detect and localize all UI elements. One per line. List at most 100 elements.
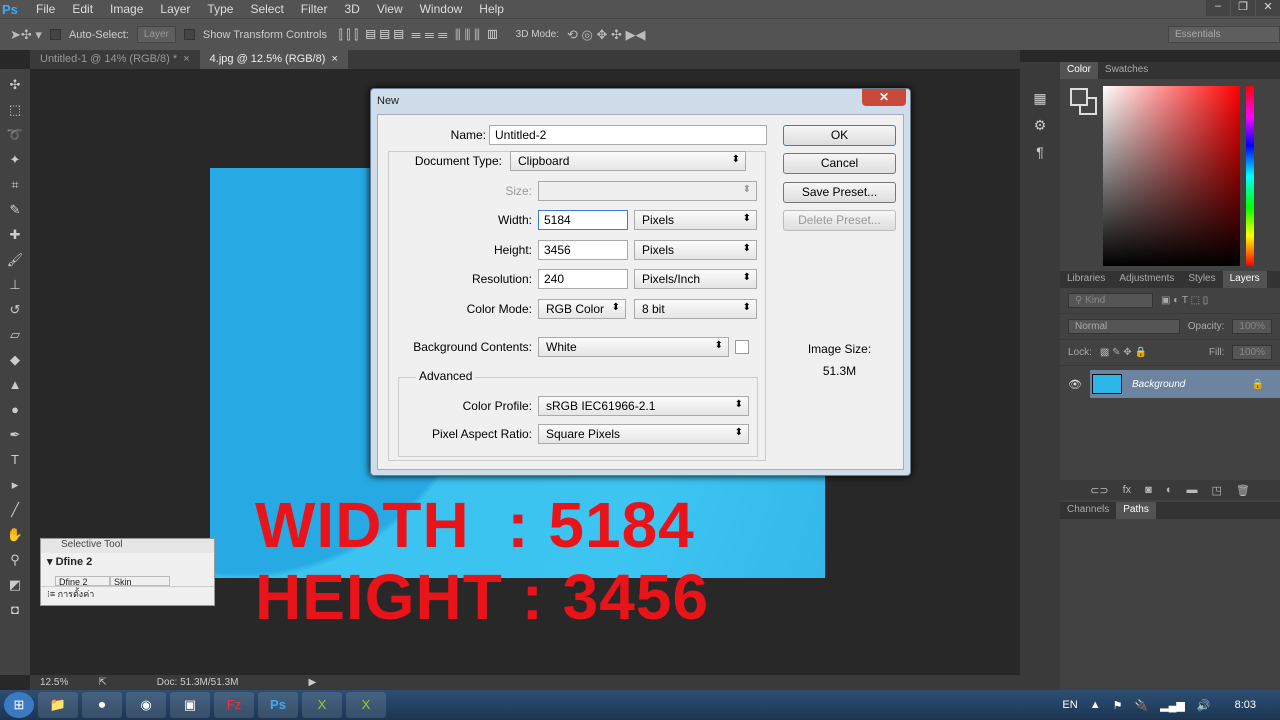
hand-tool-icon[interactable]: ✋ [7,527,23,546]
background-color-swatch[interactable] [735,340,749,354]
character-icon[interactable]: ¶ [1036,144,1044,160]
filter-icons[interactable]: ▣ ◐ T ⬚ ▯ [1161,295,1208,306]
bit-depth-select[interactable]: 8 bit [634,299,757,319]
magic-wand-icon[interactable]: ✦ [10,152,21,171]
layer-row-background[interactable]: 👁 Background 🔒 [1060,370,1280,398]
move-tool-icon[interactable]: ➤✣ ▾ [10,27,42,43]
color-field[interactable] [1103,86,1240,266]
zoom-level[interactable]: 12.5% [40,677,68,688]
path-select-icon[interactable]: ▸ [12,477,19,496]
menu-filter[interactable]: Filter [301,2,338,16]
network-signal-icon[interactable]: ▂▄▆ [1160,699,1185,712]
action-center-flag-icon[interactable]: ⚑ [1113,699,1123,712]
dodge-tool-icon[interactable]: ● [11,402,19,421]
brush-tool-icon[interactable]: 🖌 [7,252,24,271]
excel-icon[interactable]: X [302,692,342,718]
marquee-tool-icon[interactable]: ⬚ [9,102,21,121]
tab-color[interactable]: Color [1060,62,1098,79]
link-icon[interactable]: ⊂⊃ [1090,484,1108,497]
selective-tool-title[interactable]: Selective Tool [41,539,214,553]
new-layer-icon[interactable]: ◳ [1211,484,1221,497]
language-indicator[interactable]: EN [1062,699,1077,711]
tab-4-jpg[interactable]: 4.jpg @ 12.5% (RGB/8) × [199,50,348,69]
start-button[interactable]: ⊞ [4,692,34,718]
skin-button[interactable]: Skin [110,576,170,586]
save-preset-button[interactable]: Save Preset... [783,182,896,203]
ok-button[interactable]: OK [783,125,896,146]
photoshop-taskbar-icon[interactable]: Ps [258,692,298,718]
move-tool-icon[interactable]: ✣ [10,77,21,96]
name-input[interactable]: Untitled-2 [489,125,767,145]
type-tool-icon[interactable]: T [11,452,19,471]
volume-icon[interactable]: 🔊 [1197,699,1211,712]
menu-help[interactable]: Help [479,2,514,16]
menu-window[interactable]: Window [420,2,473,16]
stamp-tool-icon[interactable]: ⊥ [9,277,20,296]
eyedropper-icon[interactable]: ✎ [10,202,21,221]
auto-select-checkbox[interactable] [49,29,61,40]
resolution-unit-select[interactable]: Pixels/Inch [634,269,757,289]
chrome-icon[interactable]: ◉ [126,692,166,718]
paint-bucket-icon[interactable]: ◆ [10,352,20,371]
width-input[interactable]: 5184 [538,210,628,230]
mask-icon[interactable]: ◙ [1145,484,1152,496]
restore-icon[interactable]: ❐ [1231,0,1255,16]
tab-swatches[interactable]: Swatches [1098,62,1155,79]
tab-paths[interactable]: Paths [1116,502,1156,519]
hue-slider[interactable] [1246,86,1254,266]
dialog-close-button[interactable]: ✕ [862,89,906,106]
trash-icon[interactable]: 🗑 [1236,484,1250,497]
zoom-tool-icon[interactable]: ⚲ [10,552,20,571]
pen-tool-icon[interactable]: ✒ [10,427,21,446]
blur-tool-icon[interactable]: ▲ [9,377,22,396]
status-menu-arrow-icon[interactable]: ▶ [308,677,316,688]
minimize-icon[interactable]: – [1206,0,1230,16]
menu-edit[interactable]: Edit [72,2,103,16]
cancel-button[interactable]: Cancel [783,153,896,174]
align-icons[interactable]: ⫿ ⫿ ⫿ ▤ ▤ ▤ ☰ ☰ ☰ ⫼ ⫼ ⫼ ▥ [335,27,498,43]
selective-section[interactable]: ▾ Dfine 2 [41,553,214,570]
tab-styles[interactable]: Styles [1181,271,1222,288]
eraser-icon[interactable]: ▱ [10,327,20,346]
menu-type[interactable]: Type [207,2,243,16]
menu-layer[interactable]: Layer [160,2,200,16]
pixel-aspect-select[interactable]: Square Pixels [538,424,749,444]
background-contents-select[interactable]: White [538,337,729,357]
color-profile-select[interactable]: sRGB IEC61966-2.1 [538,396,749,416]
show-transform-checkbox[interactable] [183,29,195,40]
width-unit-select[interactable]: Pixels [634,210,757,230]
height-unit-select[interactable]: Pixels [634,240,757,260]
export-icon[interactable]: ⇱ [98,677,106,688]
kind-filter[interactable]: ⚲ Kind [1068,293,1153,308]
advanced-toggle[interactable]: Advanced [416,369,476,383]
color-mode-select[interactable]: RGB Color [538,299,626,319]
layer-select[interactable]: Layer [136,26,176,43]
menu-3d[interactable]: 3D [344,2,369,16]
history-brush-icon[interactable]: ↺ [10,302,21,321]
remote-desktop-icon[interactable]: ▣ [170,692,210,718]
adjustment-icon[interactable]: ◐ [1166,484,1173,496]
line-tool-icon[interactable]: ╱ [11,502,19,521]
fx-icon[interactable]: fx [1123,484,1132,496]
foreground-color-swatch[interactable] [1070,88,1088,106]
3d-mode-icons[interactable]: ⟲ ◎ ✥ ✣ ▶◀ [567,27,645,43]
tab-libraries[interactable]: Libraries [1060,271,1112,288]
document-type-select[interactable]: Clipboard [510,151,746,171]
fill-input[interactable]: 100% [1232,345,1272,360]
blend-mode-select[interactable]: Normal [1068,319,1180,334]
crop-tool-icon[interactable]: ⌗ [11,177,18,196]
lock-icons[interactable]: ▩ ✎ ✥ 🔒 [1100,347,1147,358]
power-icon[interactable]: 🔌 [1134,699,1148,712]
menu-select[interactable]: Select [250,2,293,16]
tab-channels[interactable]: Channels [1060,502,1116,519]
filezilla-icon[interactable]: Fz [214,692,254,718]
menu-file[interactable]: File [36,2,65,16]
explorer-icon[interactable]: 📁 [38,692,78,718]
excel-icon-2[interactable]: X [346,692,386,718]
show-hidden-icon[interactable]: ▲ [1090,699,1101,711]
tab-untitled-1[interactable]: Untitled-1 @ 14% (RGB/8) * × [30,50,200,69]
settings-button[interactable]: ⁝≡ การตั้งค่า [41,586,214,601]
clock[interactable]: 8:03 [1235,699,1256,711]
folder-icon[interactable]: ▬ [1186,484,1197,496]
opacity-input[interactable]: 100% [1232,319,1272,334]
